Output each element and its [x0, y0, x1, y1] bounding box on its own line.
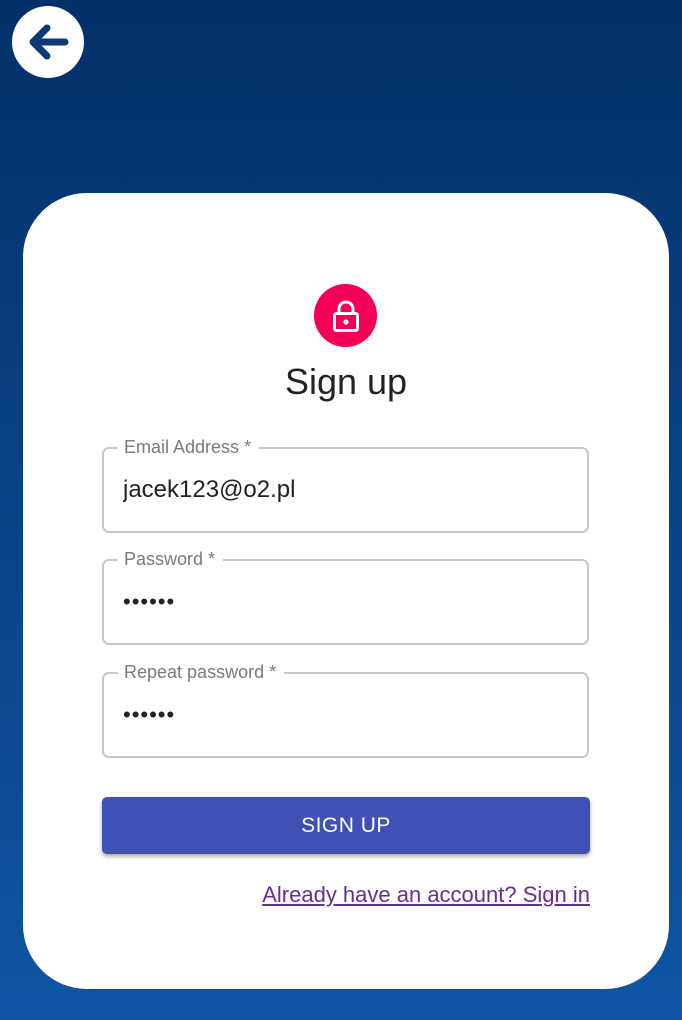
lock-avatar	[314, 284, 377, 347]
email-field[interactable]: Email Address *	[102, 436, 589, 533]
password-field[interactable]: Password *	[102, 548, 589, 645]
lock-icon	[332, 300, 359, 332]
back-button[interactable]	[12, 6, 84, 78]
password-input[interactable]	[123, 561, 563, 643]
sign-up-button[interactable]: SIGN UP	[102, 797, 590, 854]
repeat-password-field[interactable]: Repeat password *	[102, 661, 589, 758]
signup-card: Sign up Email Address * Password * Repea…	[23, 193, 669, 989]
email-input[interactable]	[123, 449, 563, 531]
arrow-left-icon	[29, 24, 69, 60]
repeat-password-input[interactable]	[123, 674, 563, 756]
page-title: Sign up	[284, 361, 408, 402]
sign-in-link[interactable]: Already have an account? Sign in	[262, 882, 590, 908]
